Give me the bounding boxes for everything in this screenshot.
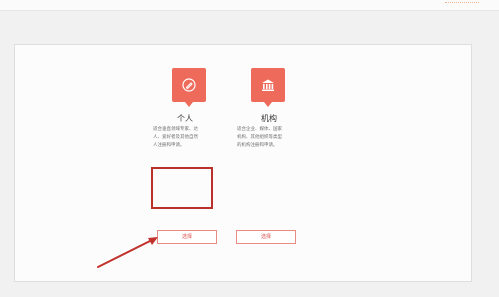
account-type-panel: [14, 44, 472, 282]
organization-title: 机构: [261, 114, 277, 123]
highlight-box: [151, 167, 213, 209]
personal-desc-line: 人注册和申请。: [153, 143, 185, 148]
personal-desc-line: 人、爱好者及其他自然: [153, 135, 198, 140]
top-bar: [0, 0, 499, 11]
personal-desc-line: 适合垂直领域专家、达: [153, 127, 198, 132]
organization-desc-line: 机构、其他组织等类型: [237, 135, 282, 140]
select-organization-button[interactable]: 选择: [236, 230, 296, 244]
personal-badge: [172, 68, 206, 107]
top-divider: [445, 2, 479, 7]
personal-description: 适合垂直领域专家、达 人、爱好者及其他自然 人注册和申请。: [153, 126, 217, 150]
personal-title: 个人: [177, 114, 193, 123]
organization-description: 适合企业、媒体、国家 机构、其他组织等类型 的机构注册和申请。: [237, 126, 301, 150]
organization-desc-line: 适合企业、媒体、国家: [237, 127, 282, 132]
select-personal-button[interactable]: 选择: [157, 230, 217, 244]
organization-badge: [251, 68, 285, 107]
bank-icon: [260, 77, 276, 93]
pen-icon: [181, 77, 197, 93]
organization-desc-line: 的机构注册和申请。: [237, 143, 278, 148]
